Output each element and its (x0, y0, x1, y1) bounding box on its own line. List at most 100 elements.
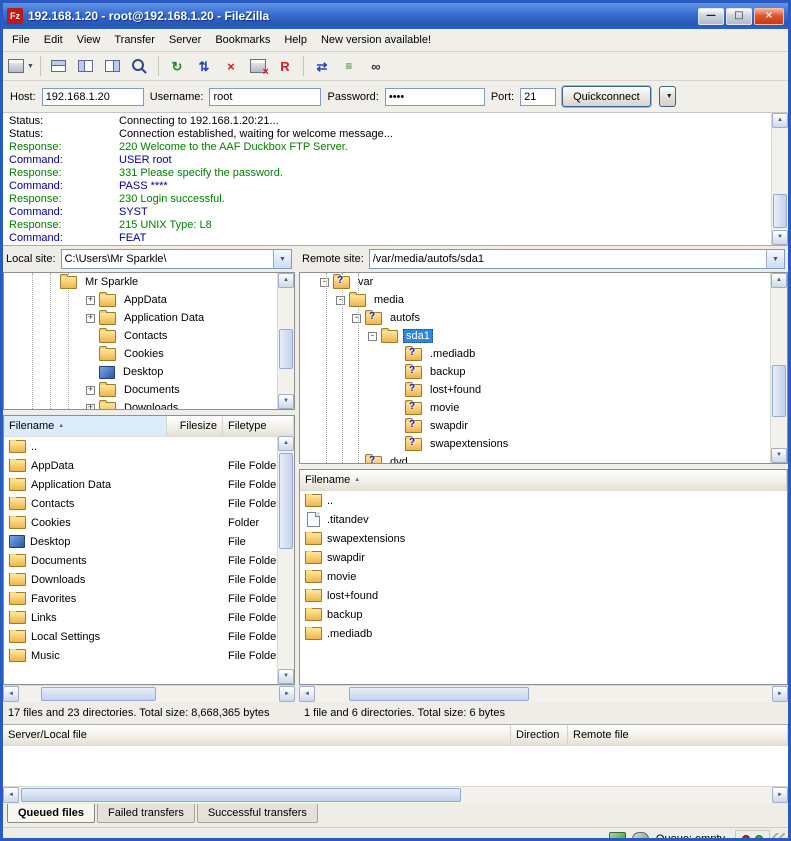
menu-edit[interactable]: Edit (37, 31, 70, 49)
queue-horizontal-scrollbar[interactable]: ◄ ► (3, 786, 788, 803)
scroll-thumb[interactable] (773, 194, 787, 228)
scroll-thumb[interactable] (41, 687, 156, 701)
message-log[interactable]: Status:Connecting to 192.168.1.20:21... … (3, 113, 788, 246)
quickconnect-button[interactable]: Quickconnect (562, 86, 651, 107)
local-tree-scrollbar[interactable]: ▲ ▼ (277, 273, 294, 409)
file-row[interactable]: Local SettingsFile Folder (4, 627, 294, 646)
tree-item[interactable]: - media (300, 291, 787, 309)
tab-successful-transfers[interactable]: Successful transfers (197, 804, 318, 823)
process-queue-button[interactable]: ⇅ (191, 53, 217, 79)
expander-plus-icon[interactable]: + (86, 314, 95, 323)
tree-item[interactable]: - ? autofs (300, 309, 787, 327)
file-row[interactable]: .titandev (300, 510, 787, 529)
synchronized-browsing-button[interactable]: ≡ (336, 53, 362, 79)
local-horizontal-scrollbar[interactable]: ◄ ► (3, 685, 295, 702)
tree-item[interactable]: ? dvd (300, 453, 787, 464)
column-header-direction[interactable]: Direction (511, 725, 568, 745)
tree-item[interactable]: - ? var (300, 273, 787, 291)
file-row[interactable]: CookiesFolder (4, 513, 294, 532)
file-row[interactable]: movie (300, 567, 787, 586)
expander-plus-icon[interactable]: + (86, 404, 95, 411)
chevron-down-icon[interactable]: ▼ (766, 250, 784, 268)
tree-item[interactable]: ? swapextensions (300, 435, 787, 453)
local-list-scrollbar[interactable]: ▲ ▼ (277, 436, 294, 684)
scroll-up-icon[interactable]: ▲ (771, 273, 787, 288)
remote-directory-tree[interactable]: - ? var - media - ? autofs - sda1 (299, 272, 788, 464)
transfer-queue[interactable]: Server/Local file Direction Remote file … (3, 724, 788, 803)
tree-item[interactable]: Contacts (4, 327, 294, 345)
menu-file[interactable]: File (5, 31, 37, 49)
scroll-up-icon[interactable]: ▲ (278, 436, 294, 451)
scroll-right-icon[interactable]: ► (279, 686, 295, 702)
toggle-message-log-button[interactable] (46, 53, 72, 79)
tree-item[interactable]: + Documents (4, 381, 294, 399)
expander-minus-icon[interactable]: - (336, 296, 345, 305)
scroll-right-icon[interactable]: ► (772, 686, 788, 702)
file-row[interactable]: AppDataFile Folder (4, 456, 294, 475)
file-row[interactable]: .mediadb (300, 624, 787, 643)
close-button[interactable]: × (754, 8, 784, 25)
directory-comparison-button[interactable]: ⇄ (309, 53, 335, 79)
scroll-up-icon[interactable]: ▲ (278, 273, 294, 288)
toggle-remote-tree-button[interactable] (100, 53, 126, 79)
resize-grip[interactable] (772, 833, 785, 841)
local-file-list[interactable]: Filename ▲ Filesize Filetype .. AppDataF… (3, 415, 295, 685)
site-manager-dropdown-icon[interactable]: ▼ (27, 63, 34, 70)
file-row[interactable]: swapextensions (300, 529, 787, 548)
scroll-down-icon[interactable]: ▼ (278, 669, 294, 684)
reconnect-button[interactable]: R (272, 53, 298, 79)
quickconnect-dropdown-button[interactable]: ▼ (659, 86, 676, 107)
file-row[interactable]: LinksFile Folder (4, 608, 294, 627)
remote-horizontal-scrollbar[interactable]: ◄ ► (299, 685, 788, 702)
queue-body[interactable] (3, 746, 788, 786)
tree-item[interactable]: + Application Data (4, 309, 294, 327)
file-row[interactable]: lost+found (300, 586, 787, 605)
column-header-server-local-file[interactable]: Server/Local file (3, 725, 511, 745)
tree-item[interactable]: Cookies (4, 345, 294, 363)
menu-help[interactable]: Help (277, 31, 314, 49)
file-row[interactable]: .. (300, 491, 787, 510)
site-manager-button[interactable]: ▼ (7, 53, 35, 79)
file-row[interactable]: DownloadsFile Folder (4, 570, 294, 589)
expander-minus-icon[interactable]: - (352, 314, 361, 323)
tree-item[interactable]: + Downloads (4, 399, 294, 410)
disconnect-button[interactable] (245, 53, 271, 79)
file-row[interactable]: MusicFile Folder (4, 646, 294, 665)
chevron-down-icon[interactable]: ▼ (273, 250, 291, 268)
column-header-filetype[interactable]: Filetype (223, 416, 294, 436)
scroll-left-icon[interactable]: ◄ (3, 686, 19, 702)
local-directory-tree[interactable]: Mr Sparkle + AppData + Application Data … (3, 272, 295, 410)
scroll-right-icon[interactable]: ► (772, 787, 788, 803)
menu-view[interactable]: View (70, 31, 108, 49)
file-row[interactable]: backup (300, 605, 787, 624)
tree-item[interactable]: Mr Sparkle (4, 273, 294, 291)
cancel-button[interactable]: × (218, 53, 244, 79)
file-row[interactable]: .. (4, 437, 294, 456)
tree-item[interactable]: + AppData (4, 291, 294, 309)
tree-item[interactable]: ? swapdir (300, 417, 787, 435)
find-files-button[interactable]: ∞ (363, 53, 389, 79)
file-row[interactable]: Application DataFile Folder (4, 475, 294, 494)
menu-server[interactable]: Server (162, 31, 208, 49)
column-header-filename[interactable]: Filename ▲ (4, 416, 167, 436)
speed-limits-icon[interactable] (632, 832, 649, 841)
menu-transfer[interactable]: Transfer (107, 31, 162, 49)
host-input[interactable] (42, 88, 144, 106)
scroll-thumb[interactable] (21, 788, 461, 802)
remote-site-combo[interactable]: /var/media/autofs/sda1 ▼ (369, 249, 785, 269)
scroll-thumb[interactable] (279, 329, 293, 369)
tree-item[interactable]: - sda1 (300, 327, 787, 345)
scroll-left-icon[interactable]: ◄ (299, 686, 315, 702)
expander-plus-icon[interactable]: + (86, 386, 95, 395)
remote-file-list[interactable]: Filename ▲ .. .titandev swapextensions s… (299, 469, 788, 685)
tree-item[interactable]: ? backup (300, 363, 787, 381)
file-row[interactable]: ContactsFile Folder (4, 494, 294, 513)
file-row[interactable]: DesktopFile (4, 532, 294, 551)
column-header-remote-file[interactable]: Remote file (568, 725, 788, 745)
menu-new-version[interactable]: New version available! (314, 31, 438, 49)
file-row[interactable]: FavoritesFile Folder (4, 589, 294, 608)
maximize-button[interactable]: □ (726, 8, 752, 25)
expander-minus-icon[interactable]: - (368, 332, 377, 341)
scroll-down-icon[interactable]: ▼ (772, 230, 788, 245)
column-header-filesize[interactable]: Filesize (167, 416, 223, 436)
